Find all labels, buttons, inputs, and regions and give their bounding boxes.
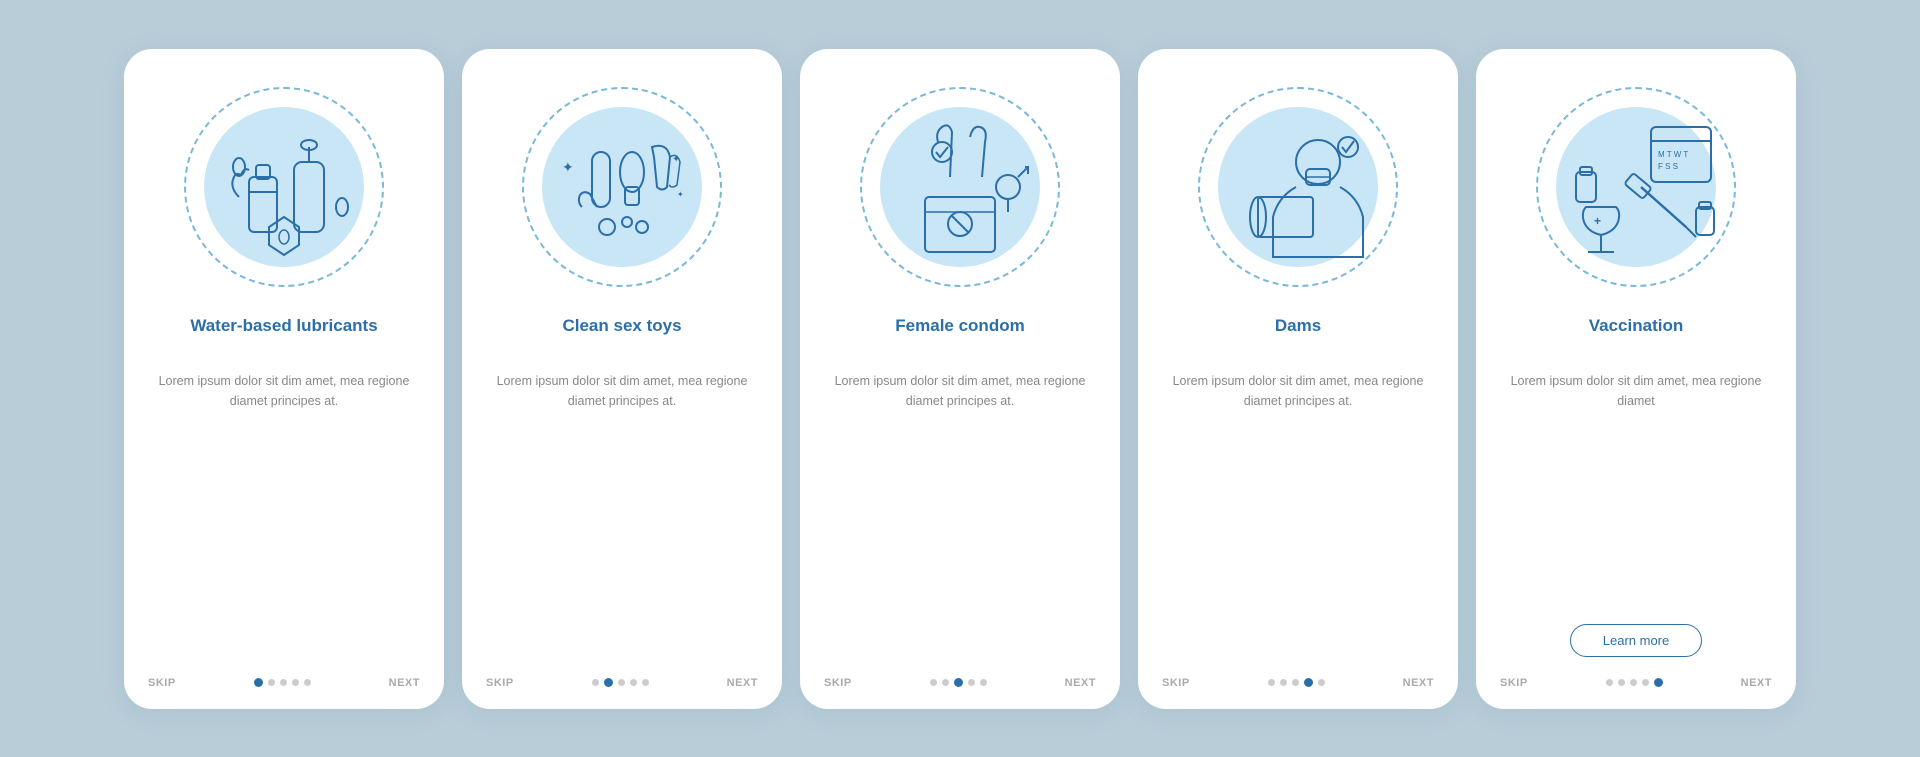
dot-5-0 [1606, 679, 1613, 686]
dot-4-0 [1268, 679, 1275, 686]
card-text-4: Lorem ipsum dolor sit dim amet, mea regi… [1162, 371, 1434, 651]
card-footer-3: SKIP NEXT [824, 667, 1096, 689]
dot-5-1 [1618, 679, 1625, 686]
card-footer-2: SKIP NEXT [486, 667, 758, 689]
illustration-vaccination: M T W T F S S + [1526, 77, 1746, 297]
svg-text:+: + [1594, 214, 1601, 228]
card-text-1: Lorem ipsum dolor sit dim amet, mea regi… [148, 371, 420, 651]
card-footer-1: SKIP NEXT [148, 667, 420, 689]
card-footer-4: SKIP NEXT [1162, 667, 1434, 689]
dot-3-4 [980, 679, 987, 686]
dot-3-3 [968, 679, 975, 686]
card-title-5: Vaccination [1589, 315, 1683, 359]
card-dams: Dams Lorem ipsum dolor sit dim amet, mea… [1138, 49, 1458, 709]
card-title-1: Water-based lubricants [190, 315, 377, 359]
dot-3-1 [942, 679, 949, 686]
dot-4-3 [1304, 678, 1313, 687]
dot-2-3 [630, 679, 637, 686]
dot-4-4 [1318, 679, 1325, 686]
dot-1-4 [304, 679, 311, 686]
card-text-3: Lorem ipsum dolor sit dim amet, mea regi… [824, 371, 1096, 651]
illustration-toys: ✦ ✦ ✦ [512, 77, 732, 297]
dot-4-1 [1280, 679, 1287, 686]
dot-5-4 [1654, 678, 1663, 687]
next-btn-4[interactable]: NEXT [1403, 677, 1434, 689]
dot-5-3 [1642, 679, 1649, 686]
dot-1-3 [292, 679, 299, 686]
dots-3 [930, 678, 987, 687]
dot-2-4 [642, 679, 649, 686]
card-title-4: Dams [1275, 315, 1321, 359]
learn-more-button[interactable]: Learn more [1570, 624, 1702, 657]
dots-1 [254, 678, 311, 687]
svg-text:✦: ✦ [677, 190, 684, 199]
next-btn-1[interactable]: NEXT [389, 677, 420, 689]
svg-text:M T W T: M T W T [1658, 150, 1688, 159]
dot-1-1 [268, 679, 275, 686]
dot-4-2 [1292, 679, 1299, 686]
skip-btn-4[interactable]: SKIP [1162, 677, 1190, 689]
card-vaccination: M T W T F S S + Vaccination Lorem ipsu [1476, 49, 1796, 709]
dot-5-2 [1630, 679, 1637, 686]
dot-2-2 [618, 679, 625, 686]
cards-container: Water-based lubricants Lorem ipsum dolor… [84, 19, 1836, 739]
illustration-dams [1188, 77, 1408, 297]
dot-1-2 [280, 679, 287, 686]
card-water-lubricants: Water-based lubricants Lorem ipsum dolor… [124, 49, 444, 709]
illustration-condom [850, 77, 1070, 297]
dot-2-0 [592, 679, 599, 686]
card-footer-5: SKIP NEXT [1500, 667, 1772, 689]
next-btn-5[interactable]: NEXT [1741, 677, 1772, 689]
card-title-2: Clean sex toys [562, 315, 681, 359]
illustration-lubricants [174, 77, 394, 297]
card-title-3: Female condom [895, 315, 1024, 359]
skip-btn-5[interactable]: SKIP [1500, 677, 1528, 689]
skip-btn-3[interactable]: SKIP [824, 677, 852, 689]
dot-1-0 [254, 678, 263, 687]
dots-5 [1606, 678, 1663, 687]
card-text-2: Lorem ipsum dolor sit dim amet, mea regi… [486, 371, 758, 651]
next-btn-2[interactable]: NEXT [727, 677, 758, 689]
dot-3-2 [954, 678, 963, 687]
card-female-condom: Female condom Lorem ipsum dolor sit dim … [800, 49, 1120, 709]
skip-btn-1[interactable]: SKIP [148, 677, 176, 689]
svg-text:F S S: F S S [1658, 162, 1678, 171]
dot-2-1 [604, 678, 613, 687]
card-text-5: Lorem ipsum dolor sit dim amet, mea regi… [1500, 371, 1772, 608]
skip-btn-2[interactable]: SKIP [486, 677, 514, 689]
dot-3-0 [930, 679, 937, 686]
dots-4 [1268, 678, 1325, 687]
card-clean-toys: ✦ ✦ ✦ Clean sex toys Lorem ipsum dolor [462, 49, 782, 709]
next-btn-3[interactable]: NEXT [1065, 677, 1096, 689]
dots-2 [592, 678, 649, 687]
svg-text:✦: ✦ [562, 159, 574, 175]
